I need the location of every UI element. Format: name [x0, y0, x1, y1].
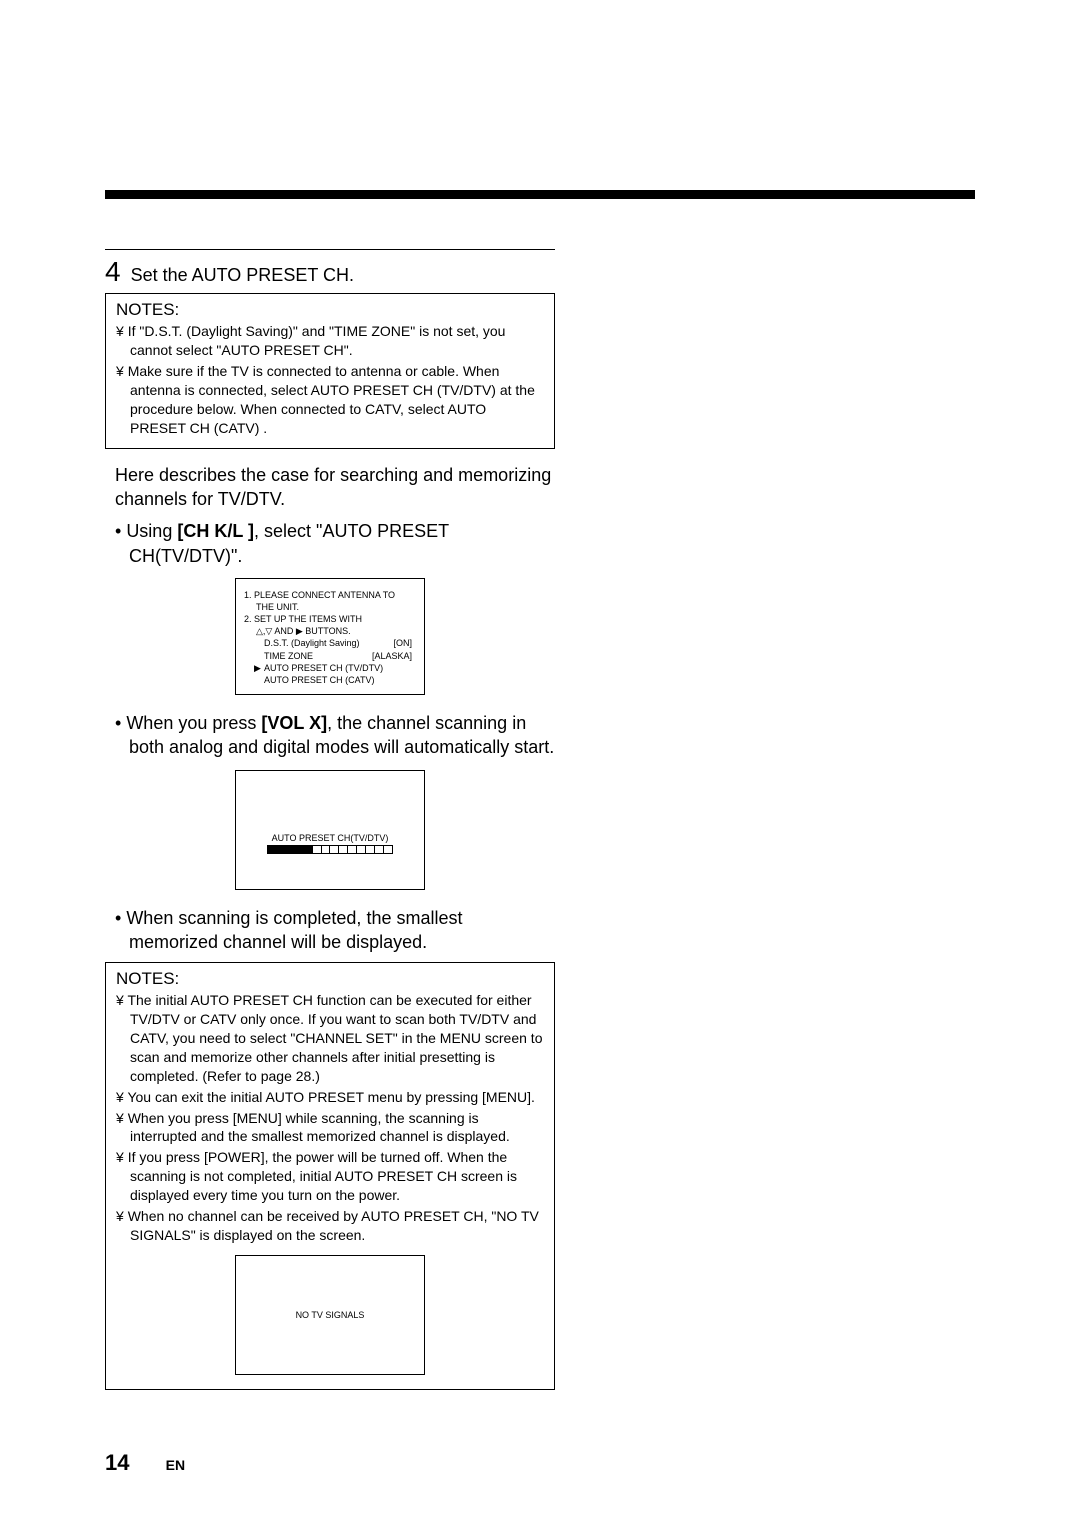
osd-value: [ALASKA] — [372, 650, 412, 662]
progress-cell-filled — [286, 846, 295, 853]
notes-list-1: If "D.S.T. (Daylight Saving)" and "TIME … — [116, 322, 544, 437]
notes-list-2: The initial AUTO PRESET CH function can … — [116, 991, 544, 1245]
bullet-scan-complete: When scanning is completed, the smallest… — [115, 906, 555, 955]
osd-no-signal-screen: NO TV SIGNALS — [235, 1255, 425, 1375]
notes-heading: NOTES: — [116, 300, 544, 320]
text: Using — [126, 521, 172, 541]
osd-timezone-row: TIME ZONE [ALASKA] — [244, 650, 416, 662]
note-item: Make sure if the TV is connected to ante… — [116, 362, 544, 438]
progress-cell-empty — [375, 846, 384, 853]
top-rule — [105, 190, 975, 199]
osd-setup-screen: 1. PLEASE CONNECT ANTENNA TO THE UNIT. 2… — [235, 578, 425, 695]
vol-button-label: [VOL X] — [261, 713, 327, 733]
note-item: When you press [MENU] while scanning, th… — [116, 1109, 544, 1147]
osd-autopreset-tvdtv-row: ▶ AUTO PRESET CH (TV/DTV) — [244, 662, 416, 674]
intro-paragraph: Here describes the case for searching an… — [115, 463, 555, 512]
progress-cell-filled — [268, 846, 277, 853]
arrow-right-icon: ▶ — [254, 662, 264, 674]
progress-cell-empty — [357, 846, 366, 853]
note-item: The initial AUTO PRESET CH function can … — [116, 991, 544, 1085]
note-item: If you press [POWER], the power will be … — [116, 1148, 544, 1205]
osd-line: △,▽ AND ▶ BUTTONS. — [244, 625, 416, 637]
manual-page: 4 Set the AUTO PRESET CH. NOTES: If "D.S… — [0, 0, 1080, 1536]
page-number: 14 EN — [105, 1450, 975, 1476]
ch-button-label: [CH K/L ] — [177, 521, 254, 541]
progress-cell-empty — [339, 846, 348, 853]
note-item: When no channel can be received by AUTO … — [116, 1207, 544, 1245]
progress-cell-empty — [384, 846, 392, 853]
progress-cell-filled — [304, 846, 313, 853]
note-item: If "D.S.T. (Daylight Saving)" and "TIME … — [116, 322, 544, 360]
progress-cell-empty — [313, 846, 322, 853]
scan-progress-bar — [267, 845, 393, 854]
progress-cell-filled — [277, 846, 286, 853]
step-number: 4 — [105, 258, 121, 286]
page-number-value: 14 — [105, 1450, 129, 1475]
progress-cell-empty — [330, 846, 339, 853]
osd-autopreset-catv-row: AUTO PRESET CH (CATV) — [244, 674, 416, 686]
bullet-vol-press: When you press [VOL X], the channel scan… — [115, 711, 555, 760]
progress-cell-empty — [348, 846, 357, 853]
osd-line: 1. PLEASE CONNECT ANTENNA TO — [244, 589, 416, 601]
osd-value: [ON] — [393, 637, 412, 649]
content-column: 4 Set the AUTO PRESET CH. NOTES: If "D.S… — [105, 249, 555, 1390]
note-item: You can exit the initial AUTO PRESET men… — [116, 1088, 544, 1107]
bullet-using-ch: Using [CH K/L ], select "AUTO PRESET CH(… — [115, 519, 555, 568]
osd-scanning-screen: AUTO PRESET CH(TV/DTV) — [235, 770, 425, 890]
step-4-heading: 4 Set the AUTO PRESET CH. — [105, 258, 555, 287]
separator-line — [105, 249, 555, 250]
notes-box-2: NOTES: The initial AUTO PRESET CH functi… — [105, 962, 555, 1390]
progress-cell-filled — [295, 846, 304, 853]
osd-dst-row: D.S.T. (Daylight Saving) [ON] — [244, 637, 416, 649]
osd-label: TIME ZONE — [264, 650, 313, 662]
notes-heading: NOTES: — [116, 969, 544, 989]
no-signal-text: NO TV SIGNALS — [296, 1310, 365, 1320]
page-language: EN — [166, 1457, 185, 1473]
osd-label: AUTO PRESET CH (TV/DTV) — [264, 662, 383, 674]
progress-cell-empty — [366, 846, 375, 853]
osd-line: 2. SET UP THE ITEMS WITH — [244, 613, 416, 625]
scan-label: AUTO PRESET CH(TV/DTV) — [236, 833, 424, 843]
progress-cell-empty — [322, 846, 331, 853]
text: When you press — [126, 713, 256, 733]
osd-line: THE UNIT. — [244, 601, 416, 613]
osd-label: D.S.T. (Daylight Saving) — [264, 637, 360, 649]
step-title: Set the AUTO PRESET CH. — [131, 264, 354, 287]
notes-box-1: NOTES: If "D.S.T. (Daylight Saving)" and… — [105, 293, 555, 448]
